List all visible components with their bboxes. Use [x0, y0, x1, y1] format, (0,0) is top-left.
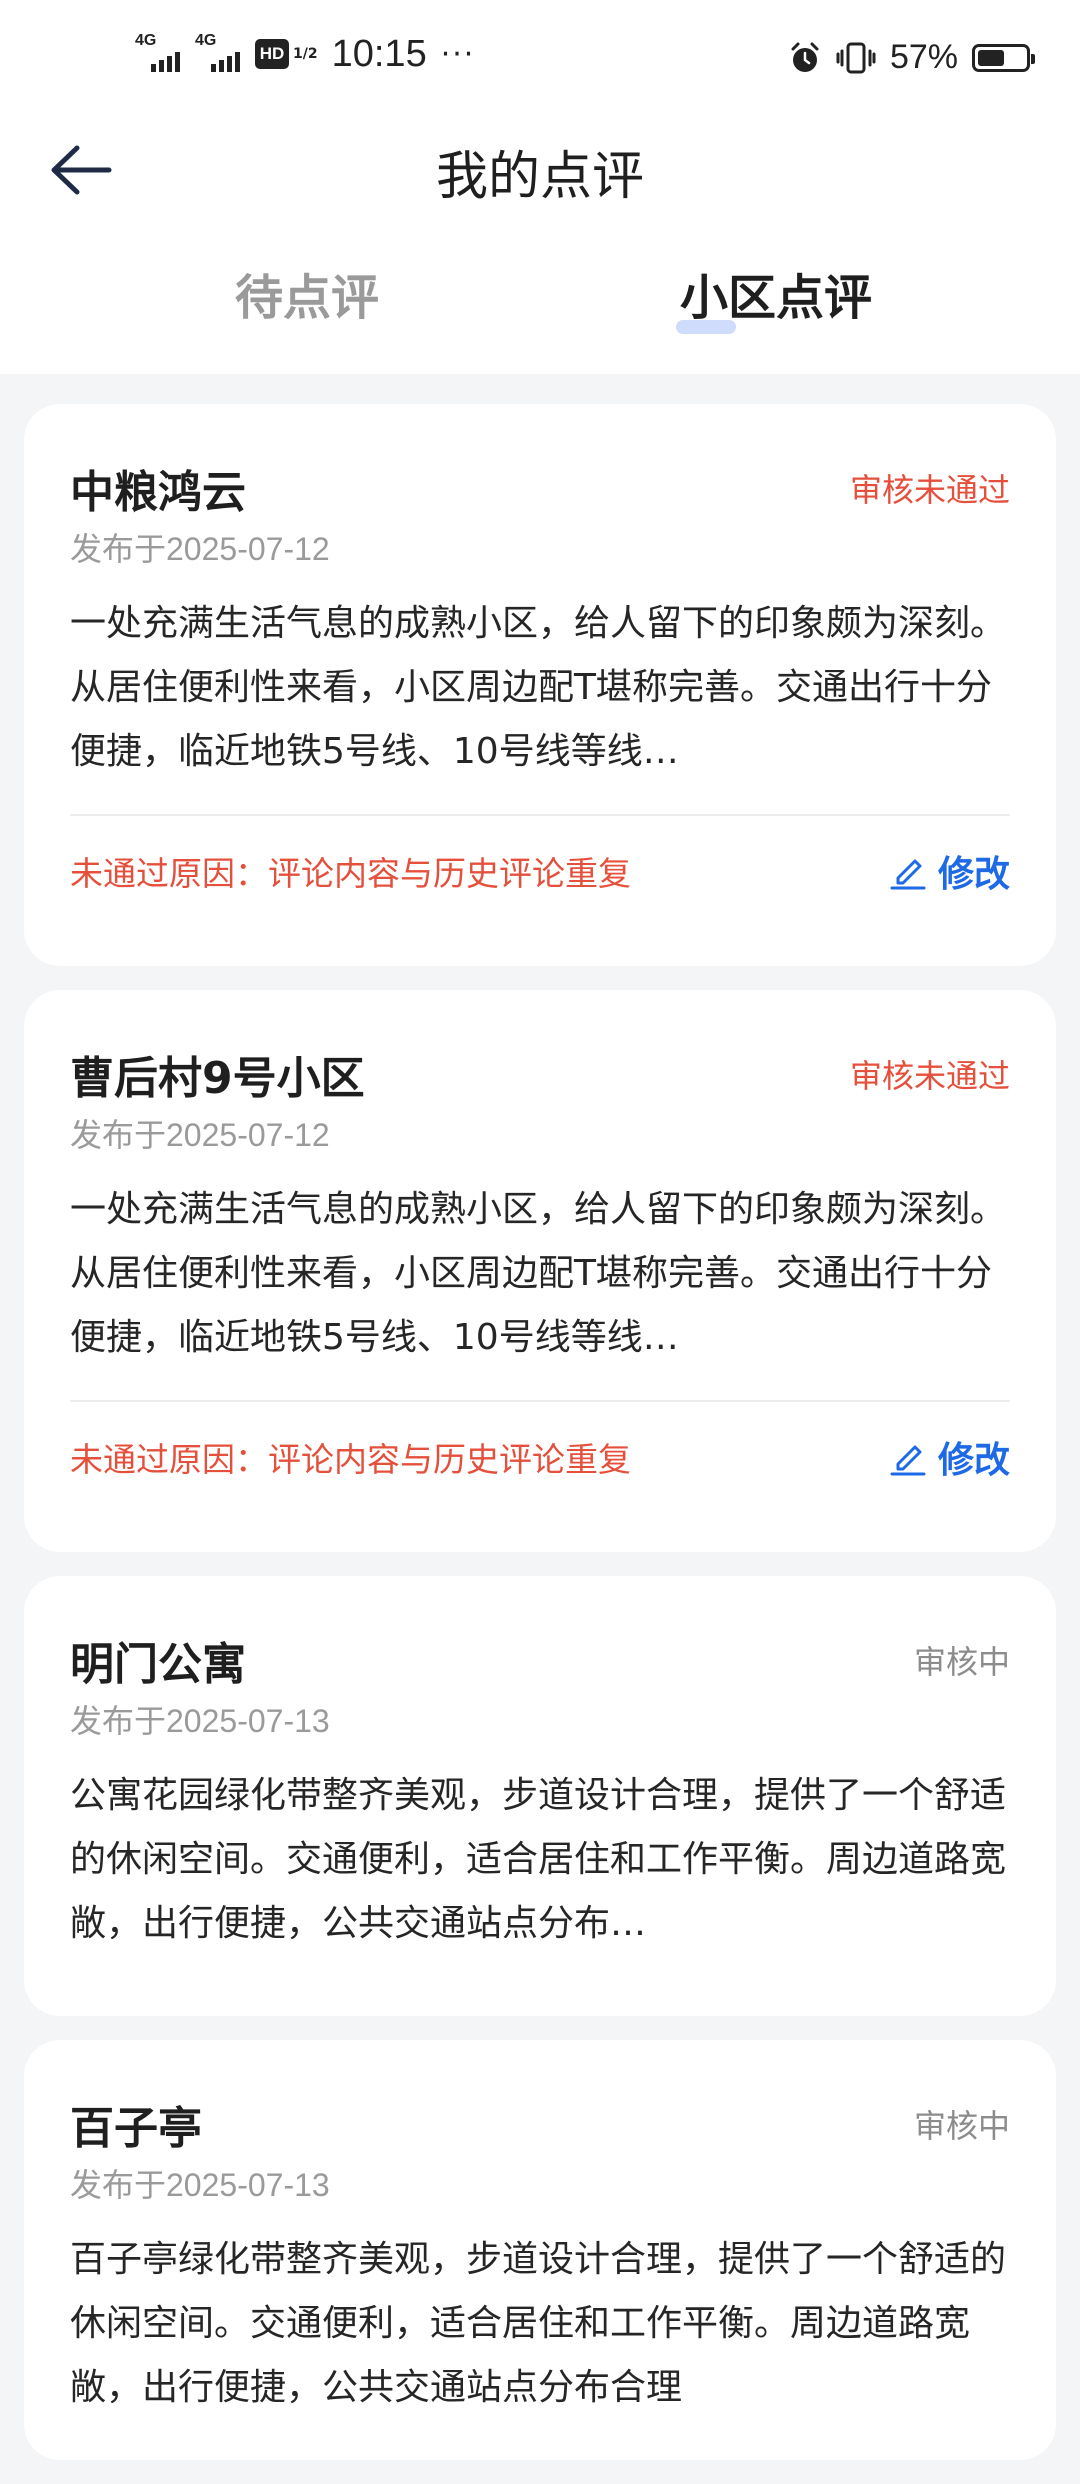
top-area: 4G 4G HD 1/2 10:15 ··· 57% 我的点评 待点评 小区点评	[0, 0, 1080, 374]
publish-date: 发布于2025-07-13	[70, 1703, 330, 1739]
more-notifications-icon: ···	[440, 36, 476, 72]
review-card[interactable]: 明门公寓 审核中 发布于2025-07-13 公寓花园绿化带整齐美观，步道设计合…	[24, 1576, 1056, 2016]
tab-pending-review[interactable]: 待点评	[235, 258, 379, 328]
review-text: 一处充满生活气息的成熟小区，给人留下的印象颇为深刻。从居住便利性来看，小区周边配…	[70, 603, 1007, 772]
signal-1-label: 4G	[135, 32, 157, 49]
status-bar: 4G 4G HD 1/2 10:15 ··· 57%	[0, 0, 1080, 120]
hd-sub-label: 1/2	[293, 46, 318, 62]
battery-percentage: 57%	[889, 38, 958, 76]
edit-icon	[890, 1445, 926, 1476]
hd-icon: HD	[255, 39, 289, 69]
rejection-reason: 未通过原因：评论内容与历史评论重复	[70, 854, 631, 893]
status-right: 57%	[788, 38, 1035, 77]
tab-community-review[interactable]: 小区点评	[680, 258, 872, 328]
signal-2-label: 4G	[195, 32, 217, 49]
review-card[interactable]: 百子亭 审核中 发布于2025-07-13 百子亭绿化带整齐美观，步道设计合理，…	[24, 2040, 1056, 2460]
edit-label: 修改	[937, 854, 1010, 895]
header: 我的点评	[0, 120, 1080, 220]
review-card[interactable]: 中粮鸿云 审核未通过 发布于2025-07-12 一处充满生活气息的成熟小区，给…	[24, 404, 1056, 966]
review-text: 公寓花园绿化带整齐美观，步道设计合理，提供了一个舒适的休闲空间。交通便利，适合居…	[70, 1775, 1007, 1944]
status-badge: 审核中	[913, 2107, 1010, 2145]
edit-button[interactable]: 修改	[888, 1431, 1010, 1483]
battery-fill	[978, 49, 1004, 66]
status-badge: 审核中	[913, 1643, 1010, 1681]
edit-icon	[890, 859, 926, 890]
vibrate-icon	[836, 42, 876, 73]
review-list: 中粮鸿云 审核未通过 发布于2025-07-12 一处充满生活气息的成熟小区，给…	[24, 404, 1056, 2484]
community-name: 百子亭	[70, 2103, 202, 2154]
publish-date: 发布于2025-07-12	[70, 531, 330, 567]
status-badge: 审核未通过	[849, 1057, 1010, 1095]
signal-1-icon: 4G	[135, 32, 187, 76]
battery-icon	[972, 43, 1035, 72]
alarm-icon	[791, 42, 819, 72]
status-left: 4G 4G HD 1/2 10:15 ···	[135, 32, 475, 76]
edit-button[interactable]: 修改	[888, 845, 1010, 897]
edit-label: 修改	[937, 1440, 1010, 1481]
publish-date: 发布于2025-07-13	[70, 2167, 330, 2203]
community-name: 明门公寓	[70, 1639, 246, 1690]
status-badge: 审核未通过	[849, 471, 1010, 509]
review-text: 一处充满生活气息的成熟小区，给人留下的印象颇为深刻。从居住便利性来看，小区周边配…	[70, 1189, 1007, 1358]
rejection-reason: 未通过原因：评论内容与历史评论重复	[70, 1440, 631, 1479]
community-name: 中粮鸿云	[70, 467, 246, 518]
signal-2-icon: 4G	[195, 32, 247, 76]
review-text: 百子亭绿化带整齐美观，步道设计合理，提供了一个舒适的休闲空间。交通便利，适合居住…	[70, 2239, 1007, 2408]
review-card[interactable]: 曹后村9号小区 审核未通过 发布于2025-07-12 一处充满生活气息的成熟小…	[24, 990, 1056, 1552]
publish-date: 发布于2025-07-12	[70, 1117, 330, 1153]
status-time: 10:15	[331, 32, 427, 75]
page-title: 我的点评	[435, 147, 644, 207]
community-name: 曹后村9号小区	[70, 1053, 365, 1104]
tab-bar: 待点评 小区点评	[0, 240, 1080, 350]
